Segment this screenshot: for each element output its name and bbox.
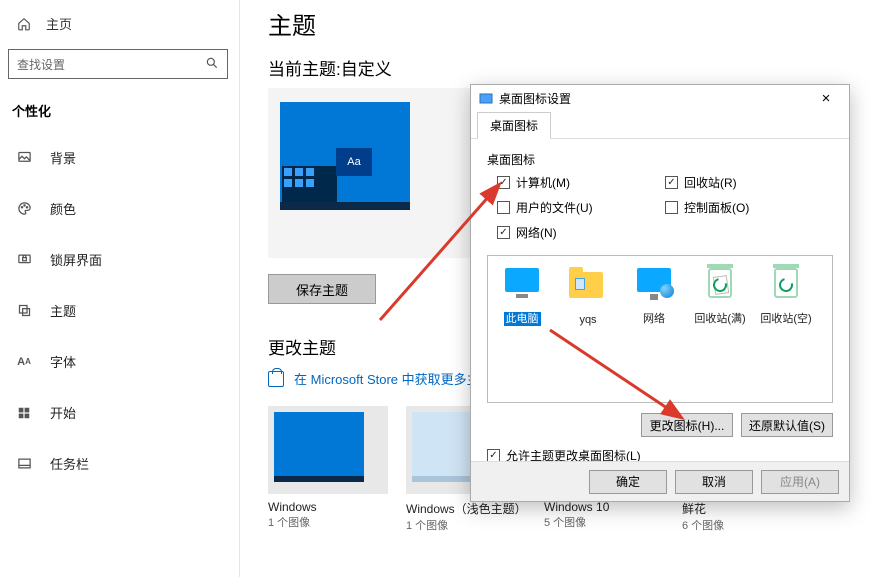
sidebar-item-label: 锁屏界面 bbox=[50, 250, 102, 269]
cancel-button[interactable]: 取消 bbox=[675, 470, 753, 494]
start-icon bbox=[16, 405, 32, 421]
theme-icon bbox=[16, 303, 32, 319]
group-label: 桌面图标 bbox=[487, 151, 833, 168]
preview-sample-text: Aa bbox=[336, 148, 372, 176]
sidebar-item-fonts[interactable]: AA 字体 bbox=[0, 342, 239, 381]
checkbox-icon bbox=[665, 176, 678, 189]
checkbox-controlpanel[interactable]: 控制面板(O) bbox=[665, 199, 833, 216]
sidebar-item-background[interactable]: 背景 bbox=[0, 138, 239, 177]
checkbox-icon bbox=[497, 201, 510, 214]
theme-count: 6 个图像 bbox=[682, 517, 802, 533]
settings-sidebar: 主页 查找设置 个性化 背景 颜色 锁屏界面 主题 AA 字体 开始 任务栏 bbox=[0, 0, 240, 577]
theme-name: Windows bbox=[268, 500, 388, 514]
restore-defaults-button[interactable]: 还原默认值(S) bbox=[741, 413, 833, 437]
dialog-footer: 确定 取消 应用(A) bbox=[471, 461, 849, 501]
recyclebin-empty-icon bbox=[767, 268, 805, 306]
desktop-icon-settings-dialog: 桌面图标设置 × 桌面图标 桌面图标 计算机(M) 回收站(R) 用户的文件(U… bbox=[470, 84, 850, 502]
desktop-icon-checkboxes: 计算机(M) 回收站(R) 用户的文件(U) 控制面板(O) 网络(N) bbox=[487, 174, 833, 241]
sidebar-item-start[interactable]: 开始 bbox=[0, 393, 239, 432]
sidebar-item-label: 开始 bbox=[50, 403, 76, 422]
apply-button[interactable]: 应用(A) bbox=[761, 470, 839, 494]
search-input[interactable]: 查找设置 bbox=[8, 49, 228, 79]
home-nav[interactable]: 主页 bbox=[0, 8, 239, 39]
sidebar-item-label: 任务栏 bbox=[50, 454, 89, 473]
icon-item-this-pc[interactable]: 此电脑 bbox=[492, 266, 552, 326]
checkbox-network[interactable]: 网络(N) bbox=[497, 224, 665, 241]
sidebar-section-title: 个性化 bbox=[0, 97, 239, 124]
icon-preview-list: 此电脑 yqs 网络 回收站(满) 回收站(空) bbox=[487, 255, 833, 403]
home-icon bbox=[16, 16, 32, 32]
lock-icon bbox=[16, 252, 32, 268]
taskbar-icon bbox=[16, 456, 32, 472]
icon-item-recyclebin-empty[interactable]: 回收站(空) bbox=[756, 266, 816, 326]
folder-icon bbox=[569, 272, 607, 310]
icon-label: 网络 bbox=[643, 313, 665, 325]
tab-desktop-icons[interactable]: 桌面图标 bbox=[477, 112, 551, 139]
icon-item-user[interactable]: yqs bbox=[558, 266, 618, 326]
theme-card[interactable]: Windows 1 个图像 bbox=[268, 406, 388, 533]
sidebar-item-label: 背景 bbox=[50, 148, 76, 167]
checkbox-icon bbox=[497, 226, 510, 239]
sidebar-item-label: 颜色 bbox=[50, 199, 76, 218]
theme-name: 鲜花 bbox=[682, 500, 802, 517]
theme-count: 1 个图像 bbox=[406, 517, 526, 533]
checkbox-icon bbox=[665, 201, 678, 214]
dialog-title: 桌面图标设置 bbox=[499, 90, 571, 107]
image-icon bbox=[16, 150, 32, 166]
sidebar-item-taskbar[interactable]: 任务栏 bbox=[0, 444, 239, 483]
font-icon: AA bbox=[16, 354, 32, 370]
checkbox-computer[interactable]: 计算机(M) bbox=[497, 174, 665, 191]
sidebar-item-colors[interactable]: 颜色 bbox=[0, 189, 239, 228]
monitor-icon bbox=[503, 268, 541, 306]
ok-button[interactable]: 确定 bbox=[589, 470, 667, 494]
icon-item-network[interactable]: 网络 bbox=[624, 266, 684, 326]
theme-name: Windows（浅色主题） bbox=[406, 500, 526, 517]
checkbox-userfiles[interactable]: 用户的文件(U) bbox=[497, 199, 665, 216]
theme-name: Windows 10 bbox=[544, 500, 664, 514]
icon-item-recyclebin-full[interactable]: 回收站(满) bbox=[690, 266, 750, 326]
recyclebin-full-icon bbox=[701, 268, 739, 306]
icon-label: 回收站(满) bbox=[694, 313, 745, 325]
close-icon[interactable]: × bbox=[811, 90, 841, 107]
dialog-tabs: 桌面图标 bbox=[471, 111, 849, 139]
palette-icon bbox=[16, 201, 32, 217]
dialog-icon bbox=[479, 91, 493, 105]
icon-label: 此电脑 bbox=[504, 312, 541, 326]
store-link-label: 在 Microsoft Store 中获取更多主题 bbox=[294, 369, 493, 388]
checkbox-icon bbox=[497, 176, 510, 189]
sidebar-item-lockscreen[interactable]: 锁屏界面 bbox=[0, 240, 239, 279]
icon-label: yqs bbox=[579, 314, 596, 326]
network-icon bbox=[635, 268, 673, 306]
search-placeholder: 查找设置 bbox=[17, 56, 65, 73]
theme-count: 1 个图像 bbox=[268, 514, 388, 530]
current-theme-label: 当前主题:自定义 bbox=[268, 55, 868, 80]
search-icon bbox=[205, 56, 219, 73]
checkbox-recyclebin[interactable]: 回收站(R) bbox=[665, 174, 833, 191]
page-title: 主题 bbox=[268, 6, 868, 41]
save-theme-button[interactable]: 保存主题 bbox=[268, 274, 376, 304]
sidebar-item-themes[interactable]: 主题 bbox=[0, 291, 239, 330]
store-icon bbox=[268, 371, 284, 387]
dialog-titlebar[interactable]: 桌面图标设置 × bbox=[471, 85, 849, 111]
home-label: 主页 bbox=[46, 14, 72, 33]
change-icon-button[interactable]: 更改图标(H)... bbox=[641, 413, 733, 437]
sidebar-item-label: 字体 bbox=[50, 352, 76, 371]
icon-label: 回收站(空) bbox=[760, 313, 811, 325]
sidebar-item-label: 主题 bbox=[50, 301, 76, 320]
theme-count: 5 个图像 bbox=[544, 514, 664, 530]
